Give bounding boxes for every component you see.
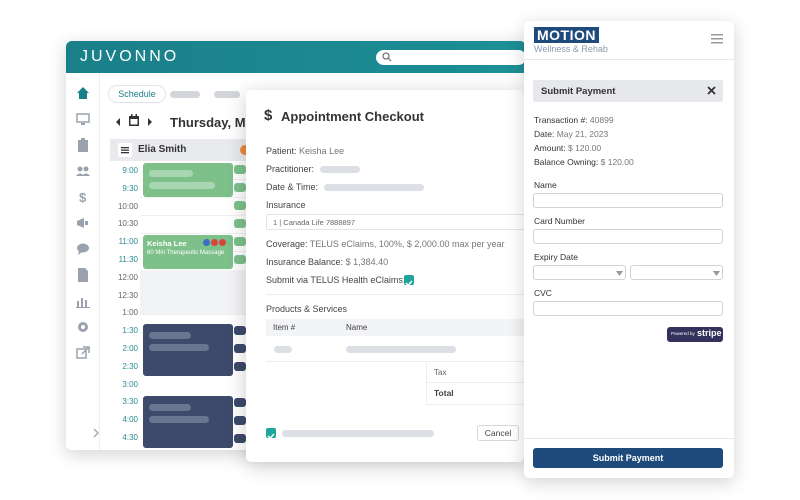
time-label: 1:30 [122, 326, 138, 336]
insurance-select[interactable]: 1 | Canada Life 7888897 [266, 214, 524, 230]
dollar-icon[interactable]: $ [75, 189, 91, 205]
products-label: Products & Services [266, 304, 348, 314]
appointment-block[interactable] [143, 396, 233, 448]
calendar-icon[interactable] [128, 114, 140, 127]
badge-icon [219, 239, 226, 246]
juvonno-logo: JUVONNO [80, 48, 180, 65]
coverage-row: Coverage: TELUS eClaims, 100%, $ 2,000.0… [266, 239, 505, 249]
megaphone-icon[interactable] [75, 215, 91, 231]
col-name: Name [346, 323, 368, 332]
appointment-patient: Keisha Lee [147, 239, 187, 248]
time-label: 4:00 [122, 415, 138, 425]
tax-label: Tax [434, 368, 447, 377]
menu-icon[interactable] [118, 143, 132, 157]
tab-schedule[interactable]: Schedule [108, 85, 166, 103]
bar-chart-icon[interactable] [75, 293, 91, 309]
card-number-field[interactable] [533, 229, 723, 244]
time-label: 10:00 [117, 201, 138, 211]
time-label: 4:30 [122, 433, 138, 442]
tab-placeholder[interactable] [214, 91, 240, 98]
svg-text:$: $ [79, 190, 87, 205]
name-field[interactable] [533, 193, 723, 208]
chevron-down-icon [713, 271, 720, 276]
eclaims-checkbox[interactable] [404, 275, 414, 287]
chevron-right-icon[interactable] [146, 117, 154, 127]
expiry-month-select[interactable] [533, 265, 626, 280]
appointment-block[interactable] [143, 324, 233, 376]
expiry-label: Expiry Date [534, 252, 578, 262]
time-label: 11:00 [118, 237, 138, 247]
date-row: Date: May 21, 2023 [534, 129, 609, 139]
expiry-year-select[interactable] [630, 265, 723, 280]
time-label: 9:00 [122, 166, 138, 175]
submit-payment-button[interactable]: Submit Payment [533, 448, 723, 468]
time-label: 2:30 [122, 361, 138, 371]
stripe-badge: Powered by stripe [667, 327, 723, 342]
balance-owning-row: Balance Owning: $ 120.00 [534, 157, 634, 167]
check-icon [267, 433, 275, 440]
cvc-field[interactable] [533, 301, 723, 316]
chat-icon[interactable] [75, 241, 91, 257]
submit-eclaims-label: Submit via TELUS Health eClaims: [266, 275, 406, 285]
practitioner-label: Practitioner: [266, 164, 315, 174]
col-item: Item # [273, 323, 296, 332]
sidebar: $ [66, 73, 100, 450]
transaction-row: Transaction #: 40899 [534, 115, 614, 125]
time-label: 2:00 [122, 344, 138, 353]
time-label: 11:30 [118, 255, 138, 264]
hamburger-icon[interactable] [711, 34, 723, 44]
time-label: 9:30 [122, 183, 138, 193]
checkout-dialog: $ Appointment Checkout Patient: Keisha L… [246, 90, 524, 462]
badge-icon [203, 239, 210, 246]
time-label: 10:30 [117, 219, 138, 229]
patient-row: Patient: Keisha Lee [266, 146, 345, 156]
payment-panel-title: Submit Payment [541, 86, 616, 97]
motion-tagline: Wellness & Rehab [534, 44, 608, 54]
appointment-service: 60 Min Therapeutic Massage [147, 250, 225, 256]
amount-row: Amount: $ 120.00 [534, 143, 602, 153]
search-icon [382, 52, 392, 62]
tab-placeholder[interactable] [170, 91, 200, 98]
dollar-icon: $ [264, 107, 273, 124]
close-icon[interactable] [707, 86, 716, 95]
card-number-label: Card Number [534, 216, 586, 226]
name-label: Name [534, 180, 557, 190]
patient-value: Keisha Lee [299, 146, 345, 156]
payment-panel-header: Submit Payment [533, 80, 723, 102]
provider-name: Elia Smith [138, 144, 187, 155]
search-input[interactable] [376, 50, 526, 65]
balance-row: Insurance Balance: $ 1,384.40 [266, 257, 389, 267]
payment-window: MOTION Wellness & Rehab Submit Payment T… [524, 21, 734, 478]
datetime-label: Date & Time: [266, 182, 319, 192]
badge-icon [211, 239, 218, 246]
home-icon[interactable] [75, 85, 91, 101]
time-label: 1:00 [122, 308, 138, 318]
time-label: 12:30 [117, 290, 138, 300]
time-label: 3:30 [122, 397, 138, 407]
external-link-icon[interactable] [75, 345, 91, 361]
time-label: 3:00 [122, 379, 138, 389]
users-icon[interactable] [75, 163, 91, 179]
appointment-block[interactable] [143, 163, 233, 197]
time-label: 12:00 [117, 272, 138, 282]
total-label: Total [434, 388, 454, 398]
chevron-right-icon[interactable] [91, 428, 101, 438]
gear-icon[interactable] [75, 319, 91, 335]
appointment-block[interactable]: Keisha Lee 60 Min Therapeutic Massage [143, 235, 233, 269]
chevron-down-icon [616, 271, 623, 276]
confirm-checkbox[interactable] [266, 428, 276, 440]
clipboard-icon[interactable] [75, 137, 91, 153]
motion-logo: MOTION [534, 27, 599, 43]
check-icon [405, 280, 413, 287]
cancel-button[interactable]: Cancel [477, 425, 519, 441]
monitor-icon[interactable] [75, 111, 91, 127]
cvc-label: CVC [534, 288, 552, 298]
document-icon[interactable] [75, 267, 91, 283]
checkout-title: Appointment Checkout [281, 109, 424, 124]
insurance-label: Insurance [266, 200, 306, 210]
juvonno-header: JUVONNO [66, 41, 526, 73]
chevron-left-icon[interactable] [114, 117, 122, 127]
